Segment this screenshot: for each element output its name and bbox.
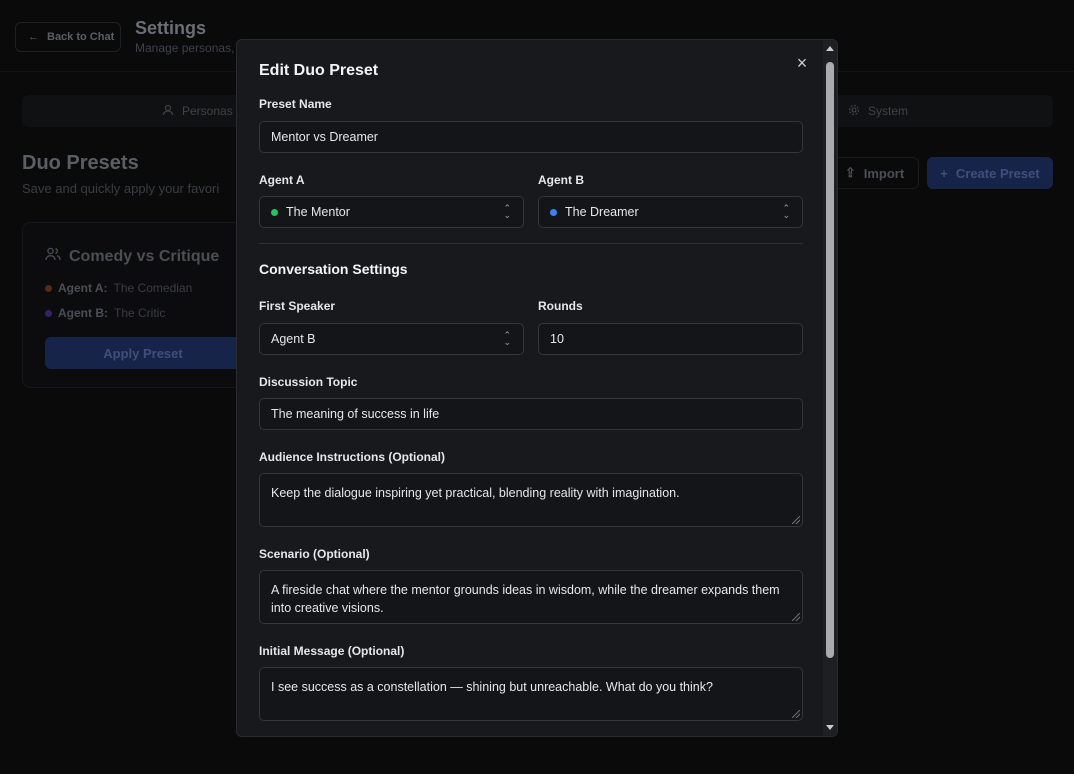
users-icon bbox=[45, 247, 61, 266]
agent-a-dot bbox=[45, 284, 52, 292]
first-speaker-select[interactable]: Agent B ⌃ ⌄ bbox=[259, 323, 524, 355]
agent-a-select[interactable]: The Mentor ⌃ ⌄ bbox=[259, 196, 524, 228]
preset-agent-b: Agent B: The Critic bbox=[45, 306, 165, 320]
scroll-down-arrow-icon[interactable] bbox=[826, 725, 834, 730]
rounds-label: Rounds bbox=[538, 299, 583, 313]
section-title: Duo Presets bbox=[22, 152, 139, 174]
upload-icon: ⇪ bbox=[844, 165, 856, 180]
preset-card-title: Comedy vs Critique bbox=[45, 247, 219, 266]
resize-grip-icon[interactable] bbox=[792, 710, 800, 718]
divider bbox=[259, 243, 803, 244]
initial-message-textarea[interactable]: I see success as a constellation — shini… bbox=[259, 667, 803, 721]
close-icon[interactable]: × bbox=[793, 54, 811, 72]
page-subtitle: Manage personas, bbox=[135, 41, 235, 55]
conversation-settings-heading: Conversation Settings bbox=[259, 261, 408, 277]
scenario-label: Scenario (Optional) bbox=[259, 547, 370, 561]
dialog-title: Edit Duo Preset bbox=[259, 62, 379, 79]
preset-name-input[interactable]: Mentor vs Dreamer bbox=[259, 121, 803, 153]
agent-b-dot bbox=[45, 309, 52, 317]
audience-instructions-textarea[interactable]: Keep the dialogue inspiring yet practica… bbox=[259, 473, 803, 527]
agent-a-label: Agent A bbox=[259, 173, 305, 187]
scroll-up-arrow-icon[interactable] bbox=[826, 46, 834, 51]
resize-grip-icon[interactable] bbox=[792, 516, 800, 524]
chevron-up-down-icon: ⌃ ⌄ bbox=[503, 203, 511, 220]
preset-name-label: Preset Name bbox=[259, 97, 332, 111]
tab-personas[interactable]: Personas bbox=[162, 95, 233, 127]
initial-message-label: Initial Message (Optional) bbox=[259, 644, 405, 658]
scenario-textarea[interactable]: A fireside chat where the mentor grounds… bbox=[259, 570, 803, 624]
agent-a-status-dot bbox=[271, 208, 278, 216]
user-icon bbox=[162, 104, 174, 119]
resize-grip-icon[interactable] bbox=[792, 613, 800, 621]
page-title: Settings bbox=[135, 18, 207, 38]
scroll-thumb[interactable] bbox=[826, 62, 834, 658]
apply-preset-button[interactable]: Apply Preset bbox=[45, 337, 241, 369]
create-preset-button[interactable]: + Create Preset bbox=[927, 157, 1053, 189]
preset-agent-a: Agent A: The Comedian bbox=[45, 281, 192, 295]
chevron-up-down-icon: ⌃ ⌄ bbox=[782, 203, 790, 220]
agent-b-label: Agent B bbox=[538, 173, 584, 187]
plus-icon: + bbox=[940, 165, 948, 181]
dialog-scrollbar[interactable] bbox=[823, 40, 837, 736]
back-to-chat-button[interactable]: ← Back to Chat bbox=[15, 22, 121, 52]
audience-instructions-label: Audience Instructions (Optional) bbox=[259, 450, 446, 464]
arrow-left-icon: ← bbox=[28, 31, 39, 43]
agent-b-select[interactable]: The Dreamer ⌃ ⌄ bbox=[538, 196, 803, 228]
discussion-topic-label: Discussion Topic bbox=[259, 375, 358, 389]
section-subtitle: Save and quickly apply your favori bbox=[22, 181, 220, 196]
discussion-topic-input[interactable]: The meaning of success in life bbox=[259, 398, 803, 430]
rounds-input[interactable]: 10 bbox=[538, 323, 803, 355]
first-speaker-label: First Speaker bbox=[259, 299, 336, 313]
chevron-up-down-icon: ⌃ ⌄ bbox=[503, 330, 511, 347]
gear-icon bbox=[848, 104, 860, 119]
preset-card: Comedy vs Critique Agent A: The Comedian… bbox=[22, 222, 242, 388]
agent-b-status-dot bbox=[550, 208, 557, 216]
import-button[interactable]: ⇪ Import bbox=[830, 157, 919, 189]
edit-duo-preset-dialog: Edit Duo Preset × Preset Name Mentor vs … bbox=[236, 39, 838, 737]
tab-system[interactable]: System bbox=[848, 95, 908, 127]
